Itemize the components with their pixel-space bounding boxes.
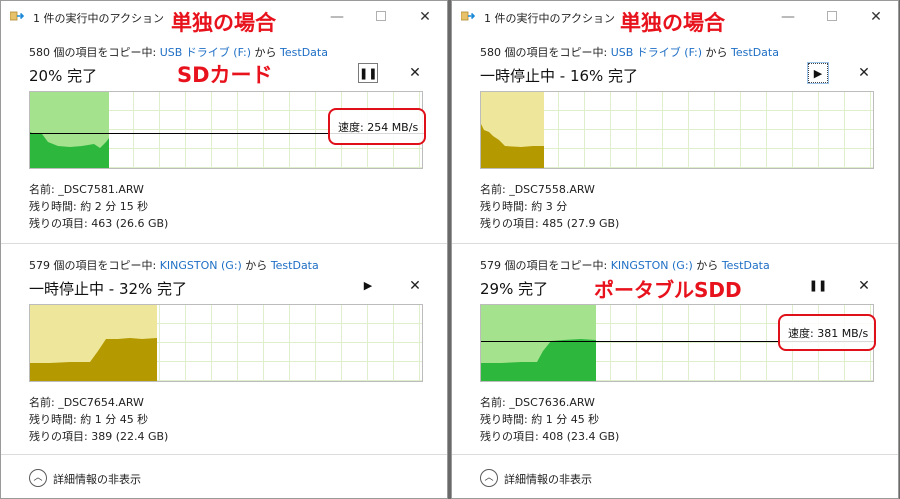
speed-text: 速度: 254 MB/s xyxy=(338,121,419,134)
pause-button[interactable]: ❚❚ xyxy=(808,276,828,296)
cancel-copy-button[interactable]: ✕ xyxy=(856,276,872,296)
copy-count-text: 580 個の項目をコピー中: xyxy=(29,46,160,59)
maximize-icon xyxy=(827,11,837,21)
progress-percent-text: 29% 完了 xyxy=(480,280,549,298)
copy-source-line: 579 個の項目をコピー中: KINGSTON (G:) から TestData xyxy=(29,257,319,273)
maximize-icon xyxy=(376,11,386,21)
items-remaining: 残りの項目: 485 (27.9 GB) xyxy=(480,217,620,230)
divider xyxy=(1,243,447,244)
minimize-button[interactable]: — xyxy=(766,4,810,30)
details-toggle[interactable]: ︿ 詳細情報の非表示 xyxy=(452,454,898,498)
device-annotation: ポータブルSDD xyxy=(594,278,742,302)
file-name: 名前: _DSC7558.ARW xyxy=(480,183,595,196)
copy-app-icon xyxy=(461,11,476,21)
heading-annotation: 単独の場合 xyxy=(620,11,725,35)
copy-dialog-left: 1 件の実行中のアクション — ✕ 単独の場合 580 個の項目をコピー中: U… xyxy=(0,0,448,499)
from-text: から xyxy=(251,46,281,59)
from-text: から xyxy=(702,46,732,59)
progress-percent-text: 一時停止中 - 16% 完了 xyxy=(480,67,639,85)
cancel-copy-button[interactable]: ✕ xyxy=(856,63,872,83)
transfer-graph xyxy=(480,91,874,169)
chevron-up-icon[interactable]: ︿ xyxy=(480,469,498,487)
copy-count-text: 579 個の項目をコピー中: xyxy=(29,259,160,272)
device-annotation: SDカード xyxy=(177,63,273,87)
copy-count-text: 579 個の項目をコピー中: xyxy=(480,259,611,272)
time-remaining: 残り時間: 約 2 分 15 秒 xyxy=(29,200,149,213)
pause-icon: ❚❚ xyxy=(359,67,378,80)
items-remaining: 残りの項目: 389 (22.4 GB) xyxy=(29,430,169,443)
transfer-graph-svg xyxy=(30,305,157,381)
transfer-graph-svg xyxy=(481,92,544,168)
window-title: 1 件の実行中のアクション xyxy=(484,12,615,25)
source-link[interactable]: USB ドライブ (F:) xyxy=(611,46,702,59)
play-icon: ▶ xyxy=(363,279,373,292)
file-name: 名前: _DSC7581.ARW xyxy=(29,183,144,196)
copy-operation-usb: 580 個の項目をコピー中: USB ドライブ (F:) から TestData… xyxy=(1,35,447,247)
progress-percent-text: 20% 完了 xyxy=(29,67,98,85)
file-name: 名前: _DSC7654.ARW xyxy=(29,396,144,409)
transfer-graph xyxy=(29,304,423,382)
source-link[interactable]: KINGSTON (G:) xyxy=(611,259,693,272)
copy-count-text: 580 個の項目をコピー中: xyxy=(480,46,611,59)
time-remaining: 残り時間: 約 3 分 xyxy=(480,200,568,213)
minimize-button[interactable]: — xyxy=(315,4,359,30)
file-name: 名前: _DSC7636.ARW xyxy=(480,396,595,409)
play-icon: ▶ xyxy=(813,67,823,80)
from-text: から xyxy=(241,259,271,272)
speed-text: 速度: 381 MB/s xyxy=(788,327,869,340)
pause-button[interactable]: ❚❚ xyxy=(358,63,378,83)
copy-dialog-right: 1 件の実行中のアクション — ✕ 単独の場合 580 個の項目をコピー中: U… xyxy=(451,0,899,499)
destination-link[interactable]: TestData xyxy=(722,259,770,272)
time-remaining: 残り時間: 約 1 分 45 秒 xyxy=(29,413,149,426)
time-remaining: 残り時間: 約 1 分 45 秒 xyxy=(480,413,600,426)
copy-operation-kingston: 579 個の項目をコピー中: KINGSTON (G:) から TestData… xyxy=(452,248,898,460)
speed-callout: 速度: 254 MB/s xyxy=(328,108,426,145)
window-title: 1 件の実行中のアクション xyxy=(33,12,164,25)
resume-button[interactable]: ▶ xyxy=(358,276,378,296)
destination-link[interactable]: TestData xyxy=(280,46,328,59)
chevron-up-icon[interactable]: ︿ xyxy=(29,469,47,487)
details-toggle[interactable]: ︿ 詳細情報の非表示 xyxy=(1,454,447,498)
progress-percent-text: 一時停止中 - 32% 完了 xyxy=(29,280,188,298)
destination-link[interactable]: TestData xyxy=(271,259,319,272)
from-text: から xyxy=(692,259,722,272)
cancel-copy-button[interactable]: ✕ xyxy=(407,276,423,296)
copy-source-line: 579 個の項目をコピー中: KINGSTON (G:) から TestData xyxy=(480,257,770,273)
maximize-button[interactable] xyxy=(810,4,854,30)
source-link[interactable]: USB ドライブ (F:) xyxy=(160,46,251,59)
copy-app-icon xyxy=(10,11,25,21)
items-remaining: 残りの項目: 463 (26.6 GB) xyxy=(29,217,169,230)
speed-callout: 速度: 381 MB/s xyxy=(778,314,876,351)
divider xyxy=(452,243,898,244)
resume-button[interactable]: ▶ xyxy=(807,62,829,84)
copy-source-line: 580 個の項目をコピー中: USB ドライブ (F:) から TestData xyxy=(29,44,328,60)
window-close-button[interactable]: ✕ xyxy=(403,4,447,30)
details-toggle-label[interactable]: 詳細情報の非表示 xyxy=(53,471,141,487)
maximize-button[interactable] xyxy=(359,4,403,30)
source-link[interactable]: KINGSTON (G:) xyxy=(160,259,242,272)
items-remaining: 残りの項目: 408 (23.4 GB) xyxy=(480,430,620,443)
copy-operation-kingston: 579 個の項目をコピー中: KINGSTON (G:) から TestData… xyxy=(1,248,447,460)
pause-icon: ❚❚ xyxy=(808,279,828,292)
copy-source-line: 580 個の項目をコピー中: USB ドライブ (F:) から TestData xyxy=(480,44,779,60)
heading-annotation: 単独の場合 xyxy=(171,11,276,35)
copy-operation-usb: 580 個の項目をコピー中: USB ドライブ (F:) から TestData… xyxy=(452,35,898,247)
cancel-copy-button[interactable]: ✕ xyxy=(407,63,423,83)
details-toggle-label[interactable]: 詳細情報の非表示 xyxy=(504,471,592,487)
destination-link[interactable]: TestData xyxy=(731,46,779,59)
window-close-button[interactable]: ✕ xyxy=(854,4,898,30)
